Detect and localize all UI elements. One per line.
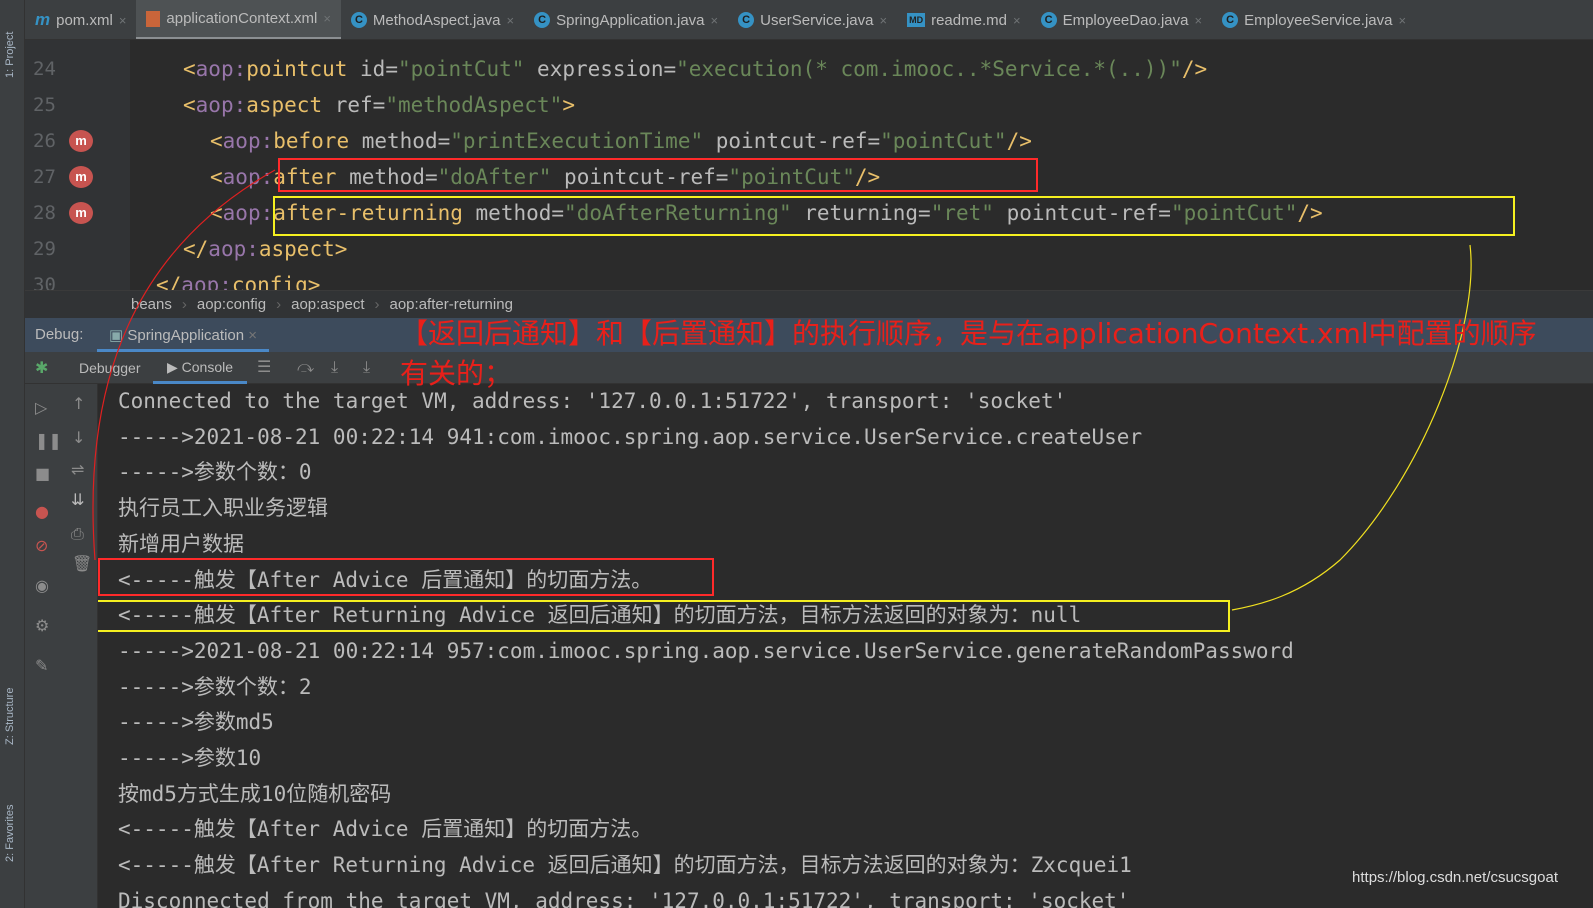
watermark: https://blog.csdn.net/csucsgoat bbox=[1352, 869, 1558, 886]
annotation-arrows bbox=[92, 169, 1472, 611]
annotation-note: 【返回后通知】和【后置通知】的执行顺序，是与在applicationContex… bbox=[400, 317, 1537, 390]
